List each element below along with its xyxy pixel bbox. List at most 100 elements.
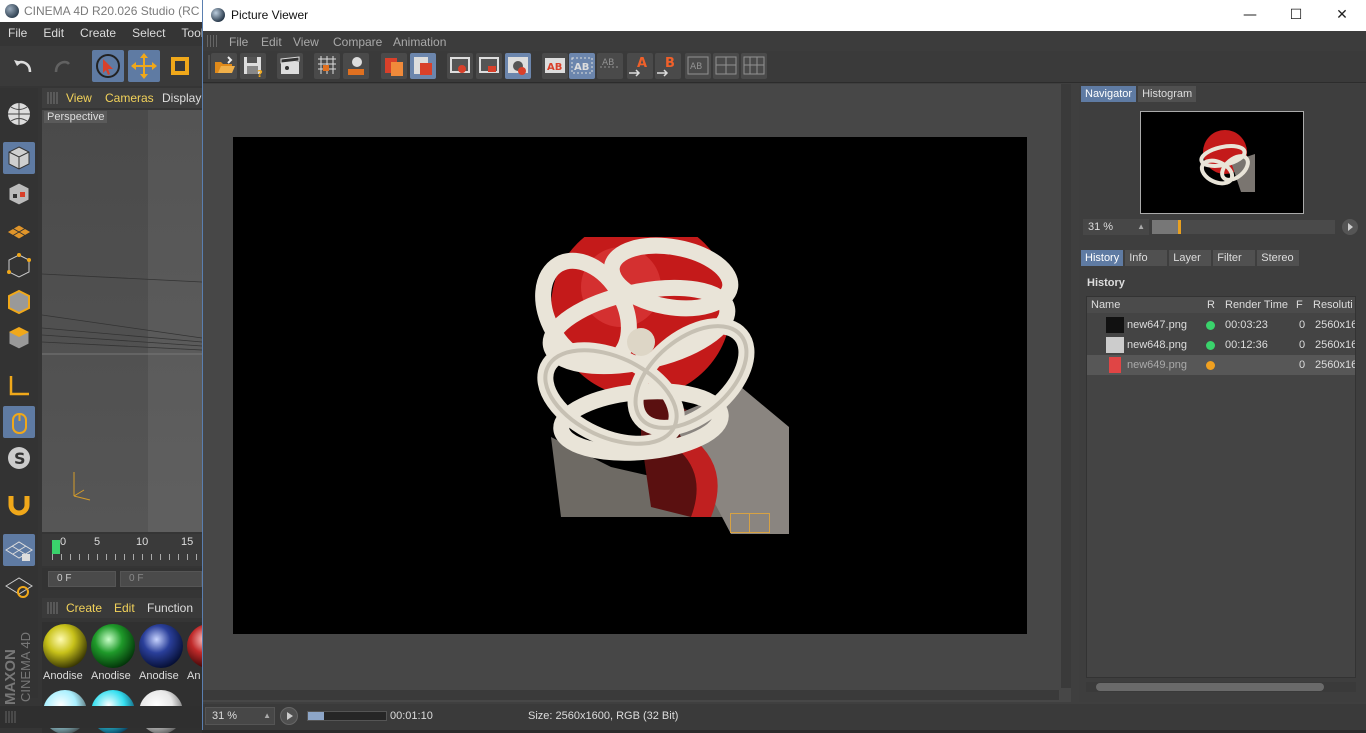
menu-compare[interactable]: Compare	[333, 35, 382, 49]
column-resolution[interactable]: Resoluti	[1313, 299, 1353, 311]
timeline-playhead[interactable]	[52, 540, 60, 554]
redo-button[interactable]	[46, 50, 78, 82]
scrollbar-thumb[interactable]	[1096, 683, 1324, 691]
undo-button[interactable]	[8, 50, 40, 82]
edges-mode-button[interactable]	[3, 286, 35, 318]
render-settings-button[interactable]	[277, 53, 303, 79]
magnify-button[interactable]	[343, 53, 369, 79]
cinema4d-logo-text: CINEMA 4D	[18, 631, 33, 702]
column-render-time[interactable]: Render Time	[1225, 299, 1288, 311]
save-button[interactable]: ?	[240, 53, 266, 80]
scale-tool-button[interactable]	[164, 50, 196, 82]
viewport-menu-display[interactable]: Display	[162, 91, 201, 105]
channel-2-button[interactable]	[713, 53, 739, 79]
navigator-thumbnail[interactable]	[1140, 111, 1304, 214]
render-region-selection[interactable]	[730, 513, 770, 533]
column-f[interactable]: F	[1296, 299, 1303, 311]
history-horizontal-scrollbar[interactable]	[1086, 682, 1356, 692]
menu-view[interactable]: View	[293, 35, 319, 49]
navigator-zoom-field[interactable]: 31 % ▲	[1083, 219, 1149, 235]
side-panel: Navigator Histogram 31 % ▲ History Info …	[1079, 84, 1366, 702]
menu-animation[interactable]: Animation	[393, 35, 446, 49]
polygons-mode-button[interactable]	[3, 322, 35, 354]
open-button[interactable]	[211, 53, 237, 79]
lock-grid-button[interactable]	[3, 534, 35, 566]
canvas-horizontal-scrollbar[interactable]	[203, 690, 1059, 700]
play-button[interactable]	[280, 707, 298, 725]
grid-button[interactable]	[314, 53, 340, 79]
viewport-perspective[interactable]: Perspective	[42, 110, 202, 532]
move-tool-button[interactable]	[128, 50, 160, 82]
tab-layer[interactable]: Layer	[1169, 250, 1212, 266]
axis-mode-button[interactable]	[3, 370, 35, 402]
globe-tool[interactable]	[3, 98, 35, 130]
svg-text:S: S	[14, 449, 26, 468]
navigator-play-button[interactable]	[1342, 219, 1358, 235]
c4d-menu-create[interactable]: Create	[72, 24, 124, 44]
tab-histogram[interactable]: Histogram	[1138, 86, 1197, 102]
ab-compare-button[interactable]: AB	[542, 53, 568, 79]
snap-button[interactable]: S	[3, 442, 35, 474]
texture-mode-button[interactable]	[3, 178, 35, 210]
tab-filter[interactable]: Filter	[1213, 250, 1256, 266]
canvas-vertical-scrollbar[interactable]	[1061, 84, 1071, 688]
magnet-button[interactable]	[3, 488, 35, 520]
material-swatch[interactable]: Anodise	[138, 622, 184, 682]
copy-button[interactable]	[381, 53, 407, 79]
tab-info[interactable]: Info	[1125, 250, 1168, 266]
image-canvas[interactable]	[203, 84, 1071, 702]
ab-split-vertical-button[interactable]: AB	[597, 53, 623, 79]
c4d-menu-edit[interactable]: Edit	[35, 24, 72, 44]
render-region-button[interactable]	[476, 53, 502, 79]
c4d-menu-select[interactable]: Select	[124, 24, 173, 44]
channel-1-button[interactable]: AB	[685, 53, 711, 79]
maximize-button[interactable]: ☐	[1273, 0, 1319, 31]
viewport-menu-cameras[interactable]: Cameras	[105, 91, 154, 105]
menu-file[interactable]: File	[229, 35, 248, 49]
set-b-button[interactable]: B	[655, 53, 681, 79]
set-a-button[interactable]: A	[627, 53, 653, 79]
tweak-mode-button[interactable]	[3, 406, 35, 438]
points-mode-button[interactable]	[3, 250, 35, 282]
column-r[interactable]: R	[1207, 299, 1215, 311]
material-menu-edit[interactable]: Edit	[114, 601, 135, 615]
tab-stereo[interactable]: Stereo	[1257, 250, 1300, 266]
close-button[interactable]: ✕	[1319, 0, 1365, 31]
clapper-icon	[280, 56, 300, 74]
timeline[interactable]: 0 5 10 15	[42, 534, 202, 566]
paste-button[interactable]	[410, 53, 436, 79]
render-all-button[interactable]	[505, 53, 531, 79]
channel-3-button[interactable]	[741, 53, 767, 79]
material-menu-function[interactable]: Function	[147, 601, 193, 615]
viewport-menu-view[interactable]: View	[66, 91, 92, 105]
current-frame-field[interactable]: 0 F	[120, 571, 202, 587]
menu-edit[interactable]: Edit	[261, 35, 282, 49]
workplane-mode-button[interactable]	[3, 214, 35, 246]
column-name[interactable]: Name	[1091, 299, 1120, 311]
ab-split-button[interactable]: AB	[569, 53, 595, 79]
zoom-slider-handle[interactable]	[1178, 220, 1182, 234]
grid-refresh-icon	[5, 577, 33, 598]
minimize-button[interactable]: —	[1227, 0, 1273, 31]
spinner-arrows-icon[interactable]: ▲	[263, 708, 271, 724]
history-row-selected[interactable]: new649.png 0 2560x16	[1087, 355, 1355, 375]
history-row[interactable]: new648.png 00:12:36 0 2560x16	[1087, 335, 1355, 355]
tab-navigator[interactable]: Navigator	[1081, 86, 1137, 102]
material-swatch[interactable]: Anodise	[90, 622, 136, 682]
grid-refresh-button[interactable]	[3, 570, 35, 602]
select-tool-button[interactable]	[92, 50, 124, 82]
start-frame-field[interactable]: 0 F	[48, 571, 116, 587]
render-view-button[interactable]	[447, 53, 473, 79]
history-resolution: 2560x16	[1315, 319, 1356, 331]
frame-fields: 0 F 0 F	[42, 568, 202, 590]
tab-history[interactable]: History	[1081, 250, 1124, 266]
spinner-arrows-icon[interactable]: ▲	[1137, 219, 1145, 235]
zoom-field[interactable]: 31 % ▲	[205, 707, 275, 725]
c4d-menu-file[interactable]: File	[0, 24, 35, 44]
material-swatch[interactable]: Anodise	[42, 622, 88, 682]
material-menu-create[interactable]: Create	[66, 601, 102, 615]
model-mode-button[interactable]	[3, 142, 35, 174]
material-swatch[interactable]: An	[186, 622, 202, 682]
navigator-zoom-slider[interactable]	[1152, 220, 1335, 234]
history-row[interactable]: new647.png 00:03:23 0 2560x16	[1087, 315, 1356, 335]
